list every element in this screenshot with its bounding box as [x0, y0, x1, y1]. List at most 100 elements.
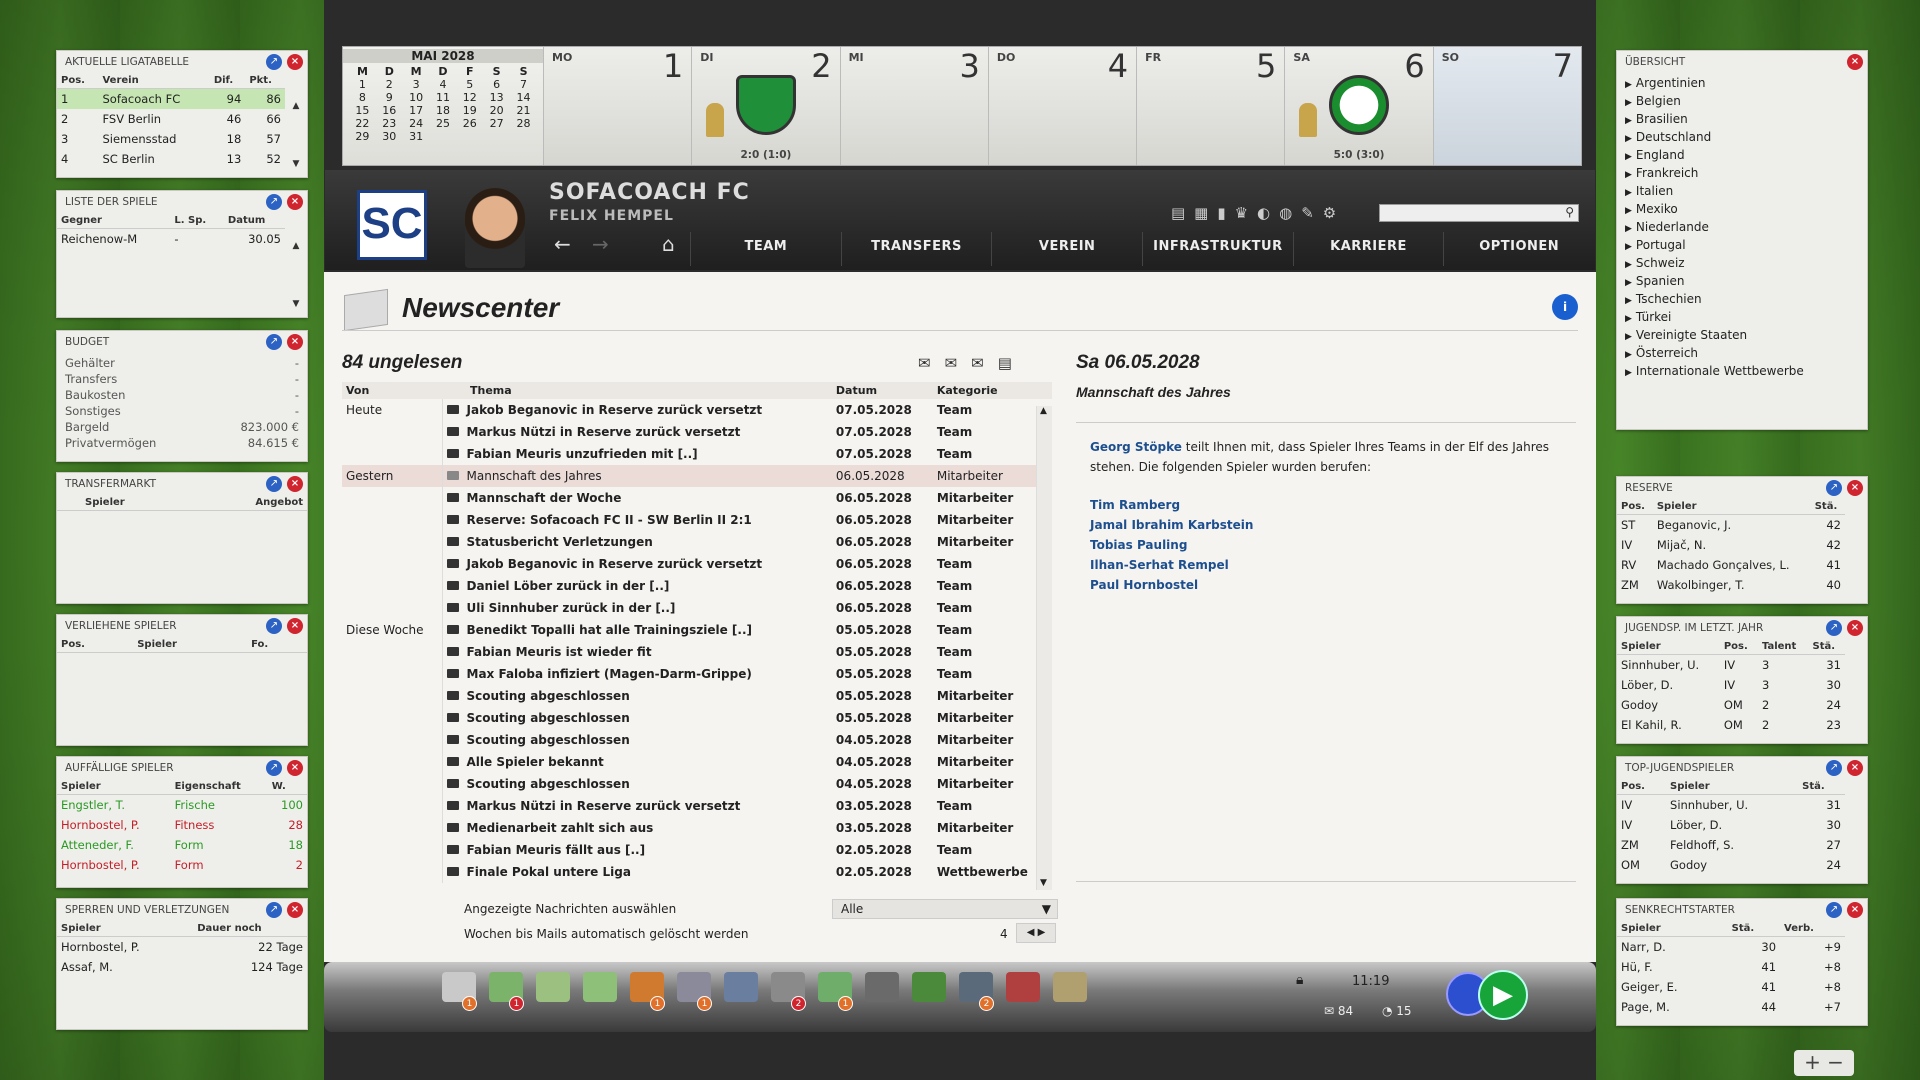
close-icon[interactable]: ×: [1847, 760, 1863, 776]
table-row[interactable]: Narr, D. 30 +9: [1617, 937, 1845, 957]
search-icon[interactable]: [865, 972, 899, 1002]
calendar-date[interactable]: 23: [376, 117, 403, 130]
scroll-up-icon[interactable]: ▲: [1040, 406, 1047, 416]
calendar-date[interactable]: 20: [483, 104, 510, 117]
message-row[interactable]: Uli Sinnhuber zurück in der [..] 06.05.20…: [342, 597, 1052, 619]
calendar-date[interactable]: 21: [510, 104, 537, 117]
message-row[interactable]: Max Faloba infiziert (Magen-Darm-Grippe)…: [342, 663, 1052, 685]
message-row[interactable]: Scouting abgeschlossen 04.05.2028 Mitarbei…: [342, 729, 1052, 751]
club-logo[interactable]: SC: [357, 190, 427, 260]
table-row[interactable]: El Kahil, R. OM 2 23: [1617, 715, 1845, 735]
table-row[interactable]: 1 Sofacoach FC 94 86: [57, 88, 285, 109]
overview-item[interactable]: ▶ Belgien: [1625, 93, 1859, 111]
calendar-date[interactable]: 7: [510, 78, 537, 91]
overview-item[interactable]: ▶ Deutschland: [1625, 129, 1859, 147]
close-icon[interactable]: ×: [1847, 480, 1863, 496]
message-row[interactable]: Heute Jakob Beganovic in Reserve zurück v…: [342, 399, 1052, 421]
calendar-date[interactable]: 26: [456, 117, 483, 130]
calendar-date[interactable]: 6: [483, 78, 510, 91]
tactics-icon[interactable]: [583, 972, 617, 1002]
scroll-down-icon[interactable]: ▼: [289, 159, 303, 169]
pin-icon[interactable]: ↗: [266, 334, 282, 350]
day-cell[interactable]: DO 4: [987, 47, 1137, 165]
calendar-date[interactable]: 30: [376, 130, 403, 143]
message-row[interactable]: Daniel Löber zurück in der [..] 06.05.202…: [342, 575, 1052, 597]
calendar-date[interactable]: [430, 130, 457, 143]
table-row[interactable]: 2 FSV Berlin 46 66: [57, 109, 285, 129]
message-row[interactable]: Fabian Meuris unzufrieden mit [..] 07.05.…: [342, 443, 1052, 465]
table-row[interactable]: Page, M. 44 +7: [1617, 997, 1845, 1017]
message-row[interactable]: Diese Woche Benedikt Topalli hat alle Tra…: [342, 619, 1052, 641]
overview-item[interactable]: ▶ Internationale Wettbewerbe: [1625, 363, 1859, 381]
overview-item[interactable]: ▶ Brasilien: [1625, 111, 1859, 129]
stadium-icon[interactable]: [1053, 972, 1087, 1002]
close-icon[interactable]: ×: [287, 760, 303, 776]
day-cell[interactable]: MO 1: [543, 47, 692, 165]
calendar-date[interactable]: [456, 130, 483, 143]
table-row[interactable]: IV Sinnhuber, U. 31: [1617, 795, 1845, 815]
pin-icon[interactable]: ↗: [1826, 480, 1842, 496]
overview-item[interactable]: ▶ Argentinien: [1625, 75, 1859, 93]
zoom-controls[interactable]: + −: [1794, 1050, 1854, 1076]
pin-icon[interactable]: ↗: [1826, 760, 1842, 776]
help-icon[interactable]: [536, 972, 570, 1002]
calendar-date[interactable]: 1: [349, 78, 376, 91]
back-icon[interactable]: ←: [554, 232, 571, 256]
table-row[interactable]: Hornbostel, P. Form 2: [57, 855, 307, 875]
calendar-date[interactable]: 28: [510, 117, 537, 130]
table-row[interactable]: Sinnhuber, U. IV 3 31: [1617, 655, 1845, 675]
close-icon[interactable]: ×: [287, 902, 303, 918]
day-cell[interactable]: MI 3: [839, 47, 988, 165]
table-row[interactable]: IV Löber, D. 30: [1617, 815, 1845, 835]
calendar-date[interactable]: 13: [483, 91, 510, 104]
overview-item[interactable]: ▶ Schweiz: [1625, 255, 1859, 273]
calendar-date[interactable]: 29: [349, 130, 376, 143]
calendar-date[interactable]: 9: [376, 91, 403, 104]
info-icon[interactable]: i: [1552, 294, 1578, 320]
nav-item[interactable]: INFRASTRUKTUR: [1142, 232, 1293, 266]
message-row[interactable]: Mannschaft der Woche 06.05.2028 Mitarbeite…: [342, 487, 1052, 509]
nav-item[interactable]: KARRIERE: [1292, 232, 1444, 266]
table-row[interactable]: Reichenow-M - 30.05: [57, 229, 285, 249]
calendar-date[interactable]: 31: [403, 130, 430, 143]
table-row[interactable]: Assaf, M. 124 Tage: [57, 957, 307, 977]
message-row[interactable]: Markus Nützi in Reserve zurück versetzt 0…: [342, 421, 1052, 443]
message-row[interactable]: Jakob Beganovic in Reserve zurück verset…: [342, 553, 1052, 575]
message-row[interactable]: Gestern Mannschaft des Jahres 06.05.2028 Mi…: [342, 465, 1052, 487]
close-icon[interactable]: ×: [1847, 620, 1863, 636]
close-icon[interactable]: ×: [1847, 902, 1863, 918]
day-cell[interactable]: SO 7: [1432, 47, 1581, 165]
calendar-date[interactable]: 10: [403, 91, 430, 104]
pin-icon[interactable]: ↗: [266, 902, 282, 918]
table-row[interactable]: Godoy OM 2 24: [1617, 695, 1845, 715]
message-row[interactable]: Medienarbeit zahlt sich aus 03.05.2028 Mit…: [342, 817, 1052, 839]
calendar-date[interactable]: [510, 130, 537, 143]
pin-icon[interactable]: ↗: [266, 618, 282, 634]
overview-item[interactable]: ▶ Niederlande: [1625, 219, 1859, 237]
table-row[interactable]: ZM Wakolbinger, T. 40: [1617, 575, 1845, 595]
overview-item[interactable]: ▶ Tschechien: [1625, 291, 1859, 309]
table-row[interactable]: Hü, F. 41 +8: [1617, 957, 1845, 977]
pin-icon[interactable]: ↗: [266, 54, 282, 70]
nav-item[interactable]: OPTIONEN: [1443, 232, 1594, 266]
scroll-up-icon[interactable]: ▲: [289, 241, 303, 251]
overview-item[interactable]: ▶ Portugal: [1625, 237, 1859, 255]
overview-item[interactable]: ▶ Mexiko: [1625, 201, 1859, 219]
message-row[interactable]: Fabian Meuris ist wieder fit 05.05.2028 Te…: [342, 641, 1052, 663]
search-input[interactable]: ⚲: [1379, 204, 1579, 222]
message-row[interactable]: Fabian Meuris fällt aus [..] 02.05.2028 Te…: [342, 839, 1052, 861]
nav-item[interactable]: TEAM: [690, 232, 841, 266]
calendar-date[interactable]: 16: [376, 104, 403, 117]
message-row[interactable]: Scouting abgeschlossen 04.05.2028 Mitarbei…: [342, 773, 1052, 795]
calendar-date[interactable]: 17: [403, 104, 430, 117]
nav-item[interactable]: TRANSFERS: [840, 232, 992, 266]
pin-icon[interactable]: ↗: [1826, 902, 1842, 918]
table-row[interactable]: RV Machado Gonçalves, L. 41: [1617, 555, 1845, 575]
calendar-date[interactable]: 4: [430, 78, 457, 91]
overview-item[interactable]: ▶ Italien: [1625, 183, 1859, 201]
scroll-up-icon[interactable]: ▲: [289, 101, 303, 111]
table-row[interactable]: Geiger, E. 41 +8: [1617, 977, 1845, 997]
player-link[interactable]: Paul Hornbostel: [1090, 575, 1562, 595]
table-row[interactable]: Engstler, T. Frische 100: [57, 795, 307, 815]
calendar-icon[interactable]: [724, 972, 758, 1002]
